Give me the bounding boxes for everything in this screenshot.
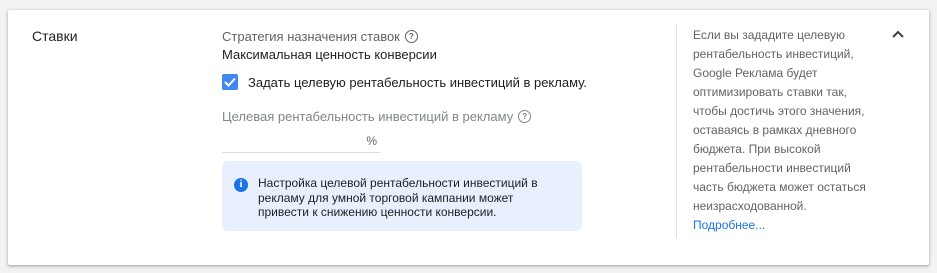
bidding-card: Ставки Стратегия назначения ставок ? Мак… — [8, 10, 929, 265]
info-notice: i Настройка целевой рентабельности инвес… — [222, 161, 582, 231]
target-roas-checkbox-row[interactable]: Задать целевую рентабельность инвестиций… — [222, 73, 622, 91]
strategy-label-row: Стратегия назначения ставок ? — [222, 28, 622, 44]
side-help-text: Если вы зададите целевую рентабельность … — [693, 28, 866, 213]
strategy-label: Стратегия назначения ставок — [222, 28, 400, 44]
learn-more-link[interactable]: Подробнее... — [693, 218, 765, 232]
info-icon: i — [234, 178, 248, 192]
target-roas-checkbox-label[interactable]: Задать целевую рентабельность инвестиций… — [248, 75, 587, 90]
help-circle-icon[interactable]: ? — [518, 109, 532, 123]
bidding-settings: Стратегия назначения ставок ? Максимальн… — [222, 28, 622, 231]
info-notice-text: Настройка целевой рентабельности инвести… — [258, 176, 538, 219]
target-roas-label-row: Целевая рентабельность инвестиций в рекл… — [222, 108, 622, 124]
chevron-up-icon — [892, 30, 904, 38]
vertical-divider — [676, 24, 677, 238]
help-circle-icon[interactable]: ? — [404, 29, 418, 43]
check-icon — [224, 77, 236, 87]
target-roas-checkbox[interactable] — [222, 74, 238, 90]
percent-suffix: % — [366, 134, 377, 148]
collapse-button[interactable] — [888, 26, 908, 42]
section-title: Ставки — [32, 28, 78, 44]
target-roas-label: Целевая рентабельность инвестиций в рекл… — [222, 108, 514, 124]
strategy-value: Максимальная ценность конверсии — [222, 47, 437, 62]
side-help-panel: Если вы зададите целевую рентабельность … — [693, 26, 878, 235]
target-roas-input[interactable]: % — [222, 132, 380, 153]
